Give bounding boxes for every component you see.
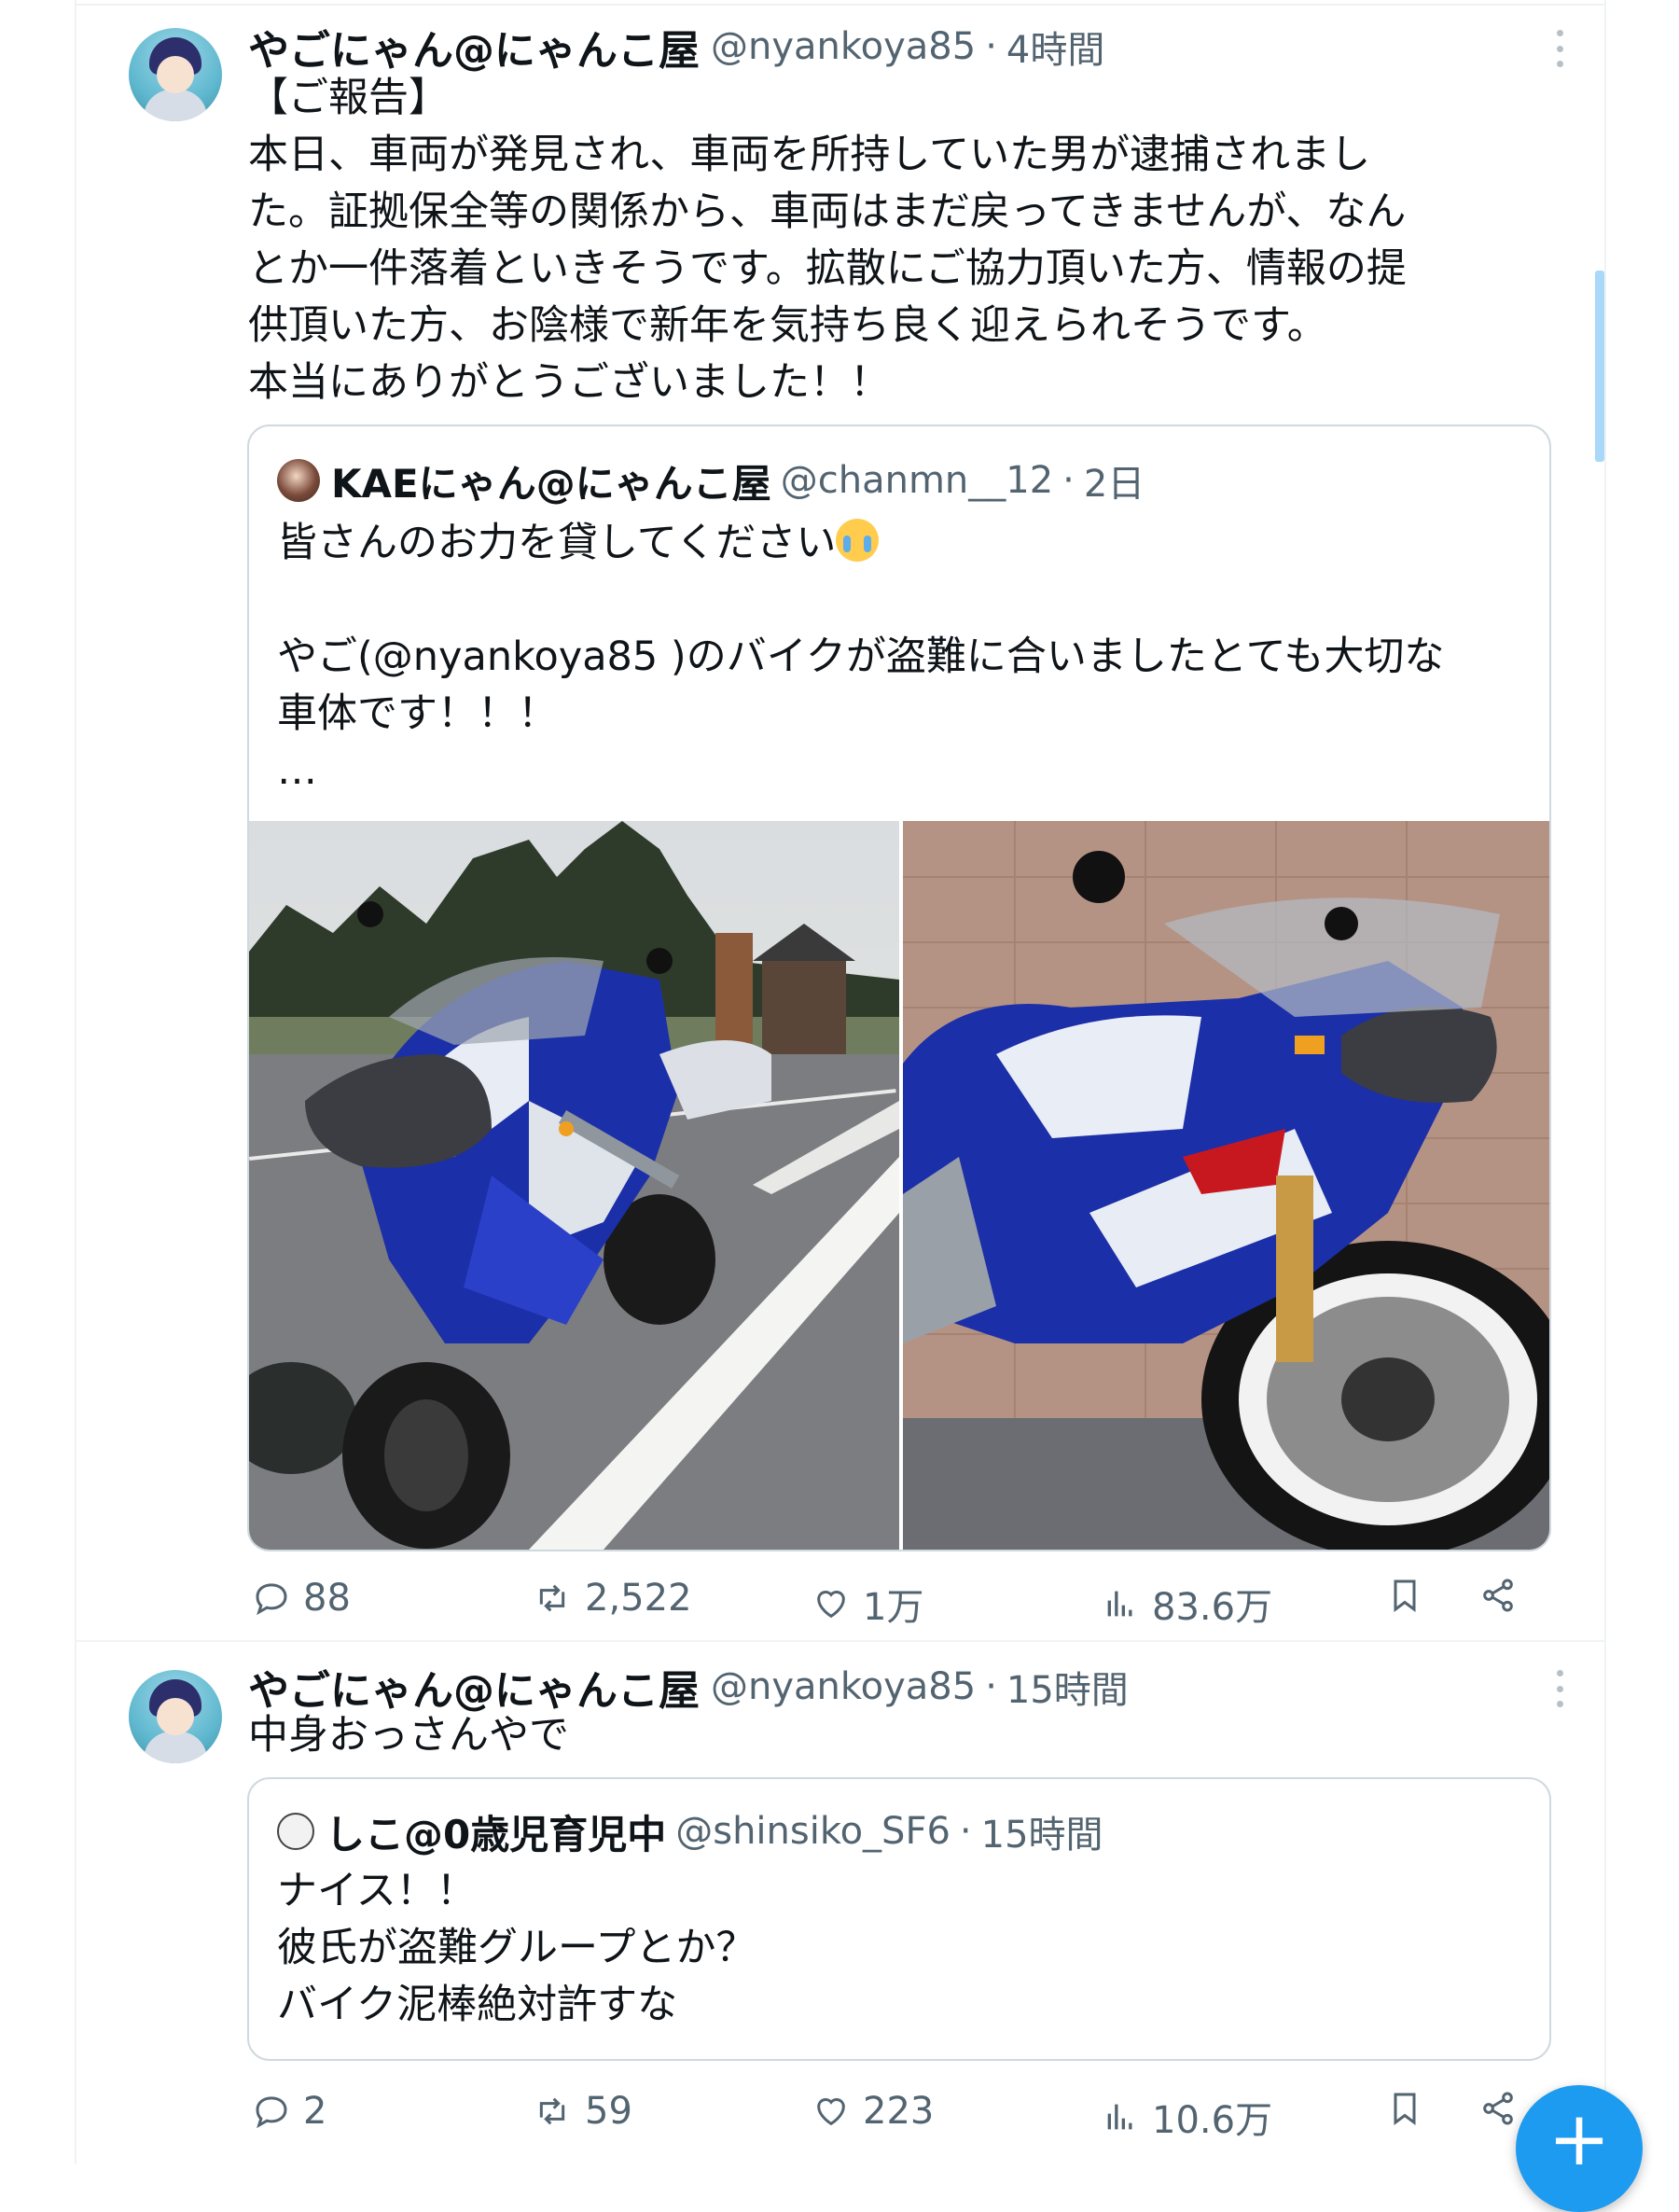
- tweet-text: 中身おっさんやで: [248, 1707, 569, 1764]
- quoted-tweet[interactable]: しこ@0歳児育児中 @shinsiko_SF6 · 15時間 ナイス！！ 彼氏が…: [247, 1777, 1551, 2061]
- quoted-tweet-time: 15時間: [980, 1814, 1103, 1857]
- views-count: 10.6万: [1152, 2099, 1273, 2142]
- quoted-avatar[interactable]: [277, 1813, 314, 1850]
- like-count: 223: [863, 2090, 935, 2133]
- motorcycle-photo: [249, 821, 899, 1550]
- quoted-tweet-text: ナイス！！ 彼氏が盗難グループとか？ バイク泥棒絶対許すな: [277, 1863, 756, 2034]
- tweet-text-line: 【ご報告】: [248, 75, 449, 121]
- like-count: 1万: [863, 1586, 924, 1629]
- quoted-text-line: 彼氏が盗難グループとか？: [277, 1925, 756, 1971]
- reply-button[interactable]: 2: [253, 2090, 326, 2133]
- more-options-icon[interactable]: [1553, 30, 1566, 67]
- repost-button[interactable]: 2,522: [533, 1577, 692, 1620]
- compose-button[interactable]: +: [1516, 2085, 1643, 2212]
- views-button[interactable]: 10.6万: [1102, 2090, 1272, 2144]
- tweet-time[interactable]: 4時間: [1006, 20, 1104, 74]
- author-handle[interactable]: @nyankoya85: [711, 25, 976, 68]
- quoted-text-line: …: [277, 747, 317, 794]
- tweet-time[interactable]: 15時間: [1006, 1660, 1129, 1714]
- tweet-photo[interactable]: [903, 821, 1549, 1550]
- views-button[interactable]: 83.6万: [1102, 1577, 1272, 1631]
- views-icon: [1107, 1591, 1132, 1617]
- quoted-text-line: やご(@nyankoya85 )のバイクが盗難に合いましたとても大切な: [277, 633, 1445, 680]
- reply-button[interactable]: 88: [253, 1577, 351, 1620]
- heart-icon: [817, 1591, 845, 1619]
- quoted-text-line: バイク泥棒絶対許すな: [277, 1982, 678, 2028]
- tweet-text-line: 供頂いた方、お陰様で新年を気持ち良く迎えられそうです。: [248, 302, 1327, 349]
- bookmark-icon: [1394, 2093, 1416, 2125]
- quoted-avatar[interactable]: [277, 459, 320, 502]
- tweet-actions: 88 2,522 1万 83.6万: [248, 1569, 1573, 1629]
- share-icon: [1483, 2092, 1513, 2125]
- heart-icon: [817, 2098, 845, 2126]
- tweet-header: やごにゃん@にゃんこ屋 @nyankoya85 · 15時間: [248, 1659, 1129, 1715]
- quoted-tweet-header: しこ@0歳児育児中 @shinsiko_SF6 · 15時間: [277, 1805, 1103, 1857]
- reply-icon: [256, 1583, 287, 1616]
- repost-icon: [539, 1584, 565, 1612]
- tweet-actions: 2 59 223 10.6万: [248, 2082, 1573, 2142]
- repost-button[interactable]: 59: [533, 2090, 632, 2133]
- motorcycle-photo: [903, 821, 1549, 1550]
- plus-icon: +: [1547, 2095, 1611, 2182]
- repost-icon: [539, 2097, 565, 2125]
- reply-count: 88: [303, 1577, 351, 1620]
- views-count: 83.6万: [1152, 1586, 1273, 1629]
- quoted-text-line: 車体です！！！: [277, 690, 558, 737]
- avatar[interactable]: [129, 1670, 222, 1763]
- quoted-author-handle: @shinsiko_SF6: [675, 1810, 951, 1853]
- quoted-author-name: しこ@0歳児育児中: [326, 1811, 667, 1857]
- like-button[interactable]: 223: [812, 2090, 934, 2133]
- tweet-photo[interactable]: [249, 821, 899, 1550]
- share-icon: [1483, 1579, 1513, 1612]
- quoted-author-name: KAEにゃん@にゃんこ屋: [331, 460, 771, 507]
- avatar[interactable]: [129, 28, 222, 121]
- bookmark-icon: [1394, 1579, 1416, 1612]
- tweet-text-line: た。証拠保全等の関係から、車両はまだ戻ってきませんが、なん: [248, 188, 1407, 235]
- bookmark-button[interactable]: [1386, 1577, 1436, 1614]
- tweet-text-line: 中身おっさんやで: [248, 1712, 569, 1759]
- tweet-card[interactable]: やごにゃん@にゃんこ屋 @nyankoya85 · 15時間 中身おっさんやで …: [0, 1642, 1679, 2164]
- loudly-crying-face-icon: [836, 519, 880, 562]
- reply-count: 2: [303, 2090, 327, 2133]
- quoted-tweet-header: KAEにゃん@にゃんこ屋 @chanmn__12 · 2日: [277, 454, 1145, 507]
- repost-count: 2,522: [585, 1577, 692, 1620]
- tweet-header: やごにゃん@にゃんこ屋 @nyankoya85 · 4時間: [248, 19, 1104, 75]
- tweet-text-line: とか一件落着といきそうです。拡散にご協力頂いた方、情報の提: [248, 245, 1407, 292]
- separator-dot: ·: [985, 1665, 997, 1708]
- quoted-text-line: ナイス！！: [277, 1868, 477, 1914]
- tweet-text: 【ご報告】 本日、車両が発見され、車両を所持していた男が逮捕されまし た。証拠保…: [248, 70, 1407, 411]
- more-options-icon[interactable]: [1553, 1670, 1566, 1707]
- author-name[interactable]: やごにゃん@にゃんこ屋: [248, 17, 700, 77]
- separator-dot: ·: [1062, 459, 1075, 502]
- share-button[interactable]: [1479, 1577, 1530, 1614]
- separator-dot: ·: [959, 1810, 972, 1853]
- repost-count: 59: [585, 2090, 632, 2133]
- quoted-author-handle: @chanmn__12: [780, 459, 1054, 502]
- bookmark-button[interactable]: [1386, 2090, 1436, 2127]
- like-button[interactable]: 1万: [812, 1577, 923, 1631]
- quoted-tweet-time: 2日: [1083, 463, 1145, 506]
- tweet-text-line: 本当にありがとうございました！！: [248, 359, 890, 406]
- views-icon: [1107, 2104, 1132, 2130]
- author-handle[interactable]: @nyankoya85: [711, 1665, 976, 1708]
- quoted-tweet[interactable]: KAEにゃん@にゃんこ屋 @chanmn__12 · 2日 皆さんのお力を貸して…: [247, 424, 1551, 1551]
- separator-dot: ·: [985, 25, 997, 68]
- quoted-tweet-text: 皆さんのお力を貸してください やご(@nyankoya85 )のバイクが盗難に合…: [277, 515, 1444, 800]
- reply-icon: [256, 2096, 287, 2129]
- tweet-text-line: 本日、車両が発見され、車両を所持していた男が逮捕されまし: [248, 132, 1371, 178]
- tweet-card[interactable]: やごにゃん@にゃんこ屋 @nyankoya85 · 4時間 【ご報告】 本日、車…: [0, 0, 1679, 1642]
- quoted-text-line: 皆さんのお力を貸してください: [277, 520, 837, 566]
